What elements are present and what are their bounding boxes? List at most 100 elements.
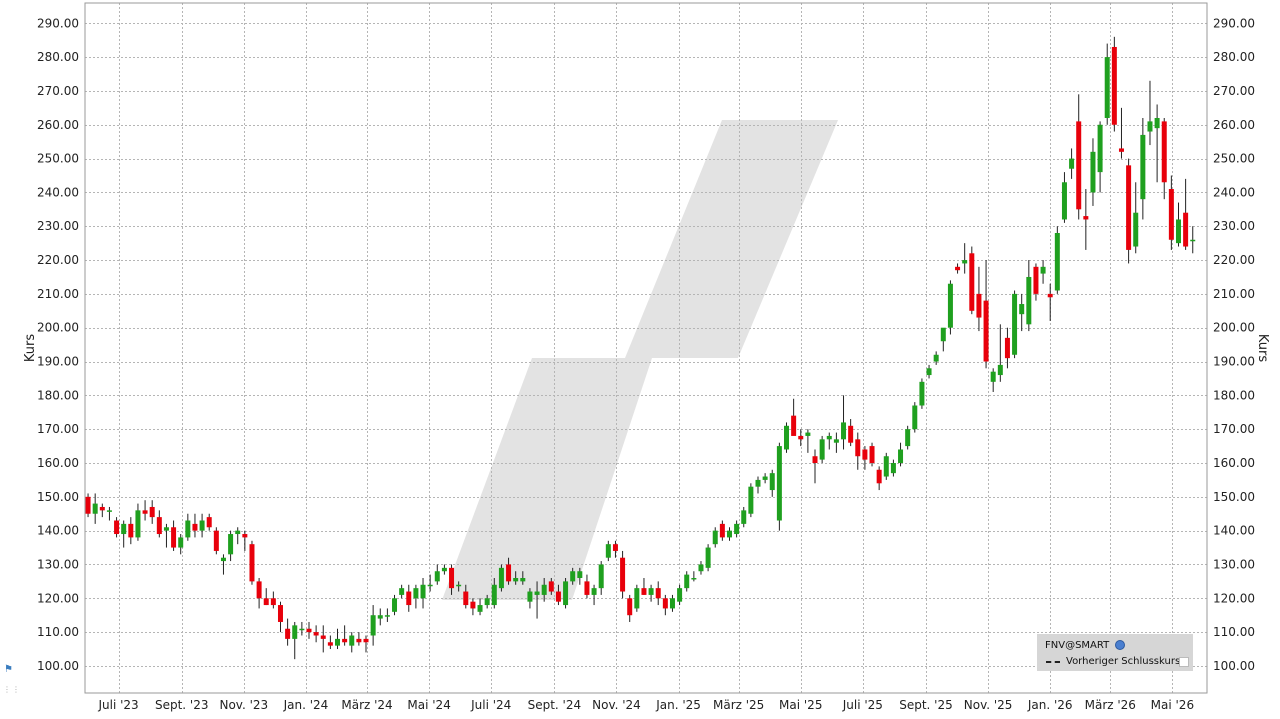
candle-body xyxy=(741,510,747,524)
candle-body xyxy=(456,584,462,587)
candle-body xyxy=(898,449,904,463)
candle-body xyxy=(441,567,447,572)
candle-body xyxy=(1097,124,1103,173)
y-tick-label-right: 230.00 xyxy=(1213,219,1255,233)
candle-body xyxy=(819,439,825,460)
candle-body xyxy=(342,638,348,643)
y-tick-label-left: 200.00 xyxy=(37,321,79,335)
y-tick-label-left: 240.00 xyxy=(37,185,79,199)
x-tick-label: Juli '23 xyxy=(97,698,138,712)
candle-body xyxy=(677,588,683,602)
candle-body xyxy=(641,588,647,595)
candle-body xyxy=(669,598,675,609)
y-tick-label-right: 220.00 xyxy=(1213,253,1255,267)
candle-body xyxy=(163,527,169,531)
candle-body xyxy=(1026,276,1032,325)
y-tick-label-right: 200.00 xyxy=(1213,321,1255,335)
candle-body xyxy=(506,564,512,582)
candle-body xyxy=(805,432,811,436)
candle-body xyxy=(1140,134,1146,200)
y-tick-label-right: 260.00 xyxy=(1213,118,1255,132)
candle-body xyxy=(755,479,761,487)
y-tick-label-left: 270.00 xyxy=(37,84,79,98)
y-tick-label-left: 170.00 xyxy=(37,422,79,436)
candle-body xyxy=(555,591,561,602)
globe-icon[interactable] xyxy=(1115,640,1125,650)
candle-body xyxy=(719,523,725,538)
y-tick-label-left: 120.00 xyxy=(37,591,79,605)
candle-body xyxy=(178,537,184,548)
candle-body xyxy=(634,588,640,609)
candle-body xyxy=(791,415,797,436)
candle-body xyxy=(434,571,440,582)
resize-handle-icon[interactable]: ⋮⋮ xyxy=(3,685,21,694)
candle-body xyxy=(356,638,362,643)
y-tick-label-left: 180.00 xyxy=(37,388,79,402)
candle-body xyxy=(605,544,611,558)
candle-body xyxy=(498,567,504,589)
candle-body xyxy=(363,638,369,643)
candle-body xyxy=(997,364,1003,376)
candle-body xyxy=(776,446,782,521)
candle-body xyxy=(862,449,868,460)
candle-body xyxy=(662,598,668,609)
y-tick-label-left: 290.00 xyxy=(37,16,79,30)
candle-body xyxy=(784,425,790,450)
candle-body xyxy=(470,601,476,609)
x-tick-label: Jan. '26 xyxy=(1027,698,1073,712)
candle-body xyxy=(1012,293,1018,355)
y-tick-label-right: 270.00 xyxy=(1213,84,1255,98)
candle-body xyxy=(235,530,241,535)
candle-body xyxy=(171,527,177,548)
candle-body xyxy=(135,510,141,538)
candle-body xyxy=(798,435,804,440)
candle-body xyxy=(1154,118,1160,129)
y-tick-label-left: 220.00 xyxy=(37,253,79,267)
candle-body xyxy=(769,473,775,491)
legend-series-name: FNV@SMART xyxy=(1045,640,1110,651)
candle-body xyxy=(912,405,918,430)
candle-body xyxy=(563,581,569,606)
candle-body xyxy=(292,625,298,639)
candle-body xyxy=(277,605,283,622)
candle-body xyxy=(285,628,291,639)
y-tick-label-left: 210.00 xyxy=(37,287,79,301)
y-ticks-left: 100.00 110.00 120.00 130.00 140.00 150.00 160.… xyxy=(37,16,79,673)
x-tick-label: Sept. '24 xyxy=(528,698,582,712)
y-tick-label-left: 280.00 xyxy=(37,50,79,64)
candle-body xyxy=(1033,266,1039,294)
candle-body xyxy=(156,517,162,535)
y-tick-label-right: 180.00 xyxy=(1213,388,1255,402)
candle-body xyxy=(648,588,654,595)
candle-body xyxy=(990,371,996,382)
candle-body xyxy=(1040,266,1046,274)
candle-body xyxy=(826,435,832,440)
candle-body xyxy=(812,456,818,463)
candle-body xyxy=(534,591,540,595)
y-tick-label-right: 170.00 xyxy=(1213,422,1255,436)
candle-body xyxy=(1054,233,1060,291)
candle-body xyxy=(612,544,618,551)
chart-settings-icon[interactable]: ⚑ xyxy=(4,664,13,675)
candle-body xyxy=(1133,212,1139,247)
candle-body xyxy=(185,520,191,538)
candle-body xyxy=(128,523,134,538)
x-ticks: Juli '23 Sept. '23 Nov. '23 Jan. '24 März '2… xyxy=(97,698,1194,712)
candle-body xyxy=(962,260,968,264)
candle-body xyxy=(848,425,854,443)
y-axis-title-right: Kurs xyxy=(1255,334,1270,362)
x-tick-label: Nov. '25 xyxy=(964,698,1013,712)
legend-toggle-checkbox[interactable] xyxy=(1179,657,1189,667)
candle-body xyxy=(427,584,433,587)
candle-body xyxy=(335,638,341,646)
x-tick-label: Nov. '24 xyxy=(592,698,641,712)
candlestick-chart: 100.00 110.00 120.00 130.00 140.00 150.00 160.… xyxy=(23,2,1270,712)
candle-body xyxy=(242,534,248,538)
candle-body xyxy=(1047,293,1053,298)
candle-body xyxy=(726,530,732,538)
candle-body xyxy=(890,463,896,474)
y-tick-label-right: 140.00 xyxy=(1213,524,1255,538)
candle-body xyxy=(206,517,212,528)
candle-body xyxy=(947,283,953,328)
y-tick-label-right: 240.00 xyxy=(1213,185,1255,199)
